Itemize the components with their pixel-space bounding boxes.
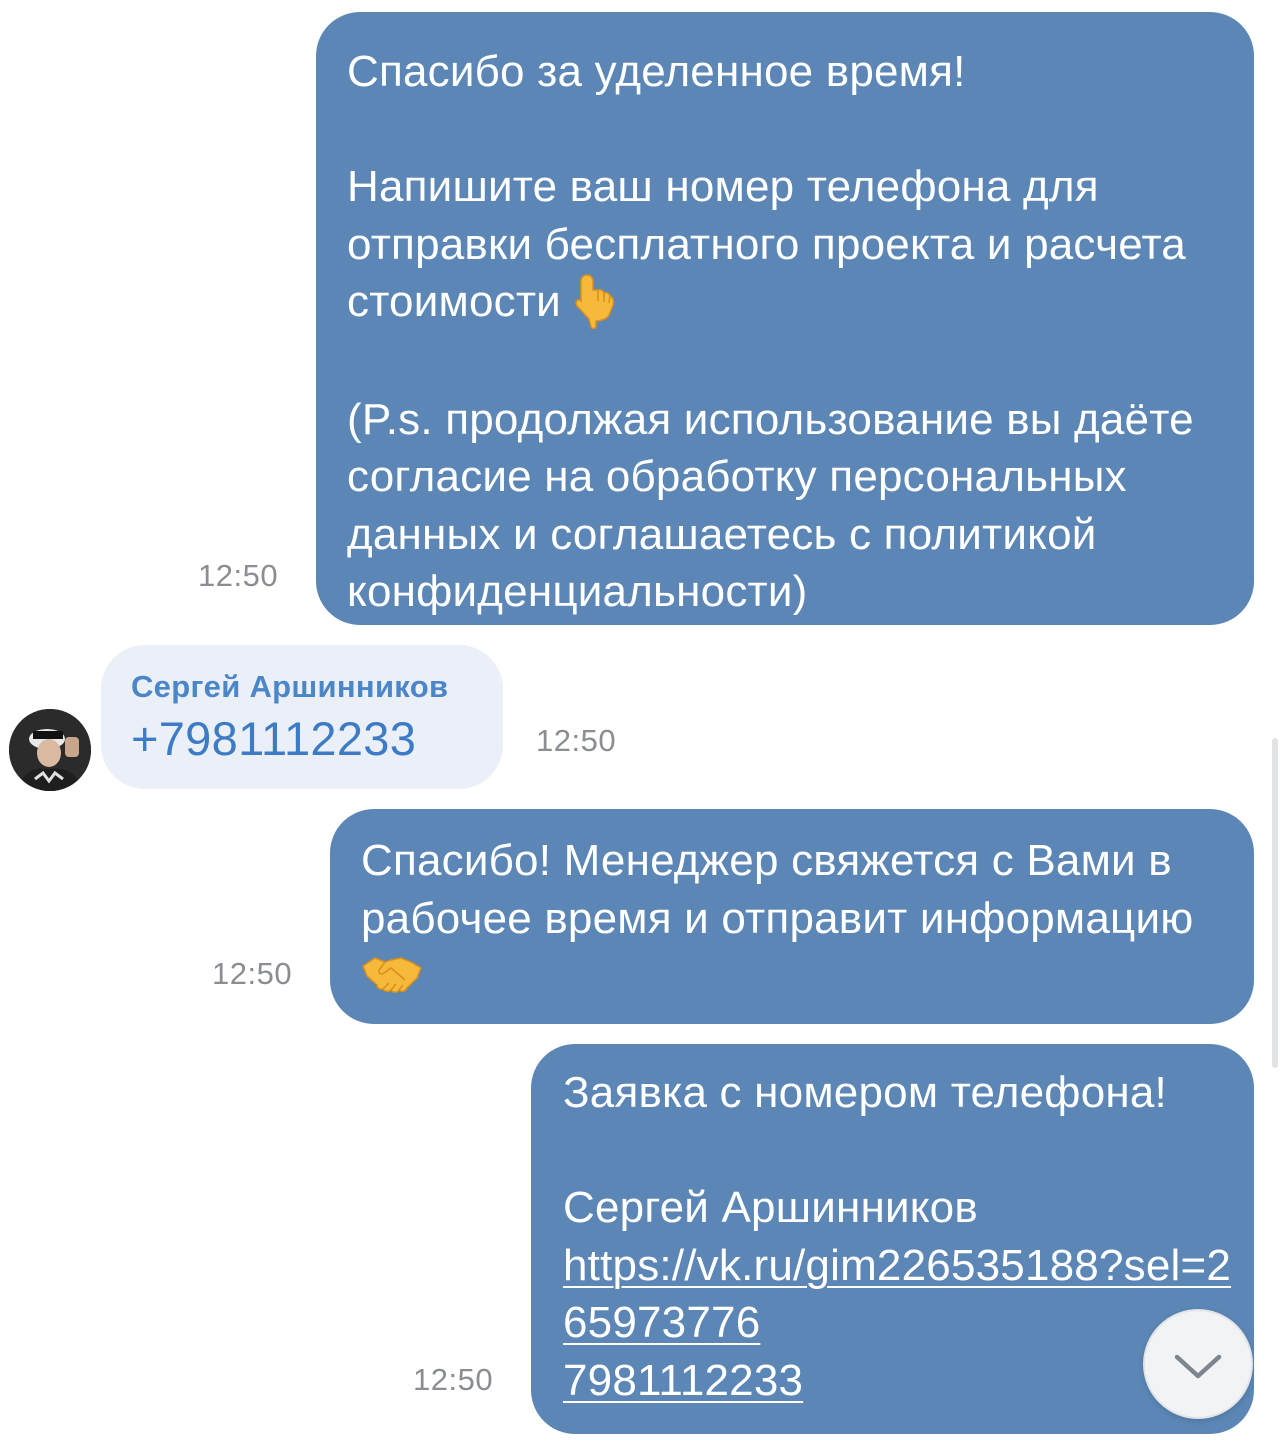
handshake-icon — [361, 952, 423, 996]
sender-name[interactable]: Сергей Аршинников — [131, 669, 483, 705]
scroll-down-button[interactable] — [1143, 1309, 1253, 1419]
scrollbar[interactable] — [1272, 738, 1278, 1068]
message-1-line-2: Напишите ваш номер телефона для отправки… — [347, 158, 1226, 333]
message-3-line-1-text: Спасибо! Менеджер свяжется с Вами в рабо… — [361, 836, 1194, 943]
phone-link[interactable]: +7981112233 — [131, 711, 483, 767]
message-4-line-2: Сергей Аршинников — [563, 1183, 978, 1232]
phone-number-link[interactable]: 7981112233 — [563, 1356, 803, 1405]
backhand-index-pointing-down-icon — [573, 271, 619, 330]
message-4-time: 12:50 — [413, 1362, 494, 1397]
message-1-line-2-text: Напишите ваш номер телефона для отправки… — [347, 162, 1186, 326]
message-4-phone[interactable]: 7981112233 — [563, 1352, 1234, 1410]
vk-link[interactable]: https://vk.ru/gim226535188?sel=265973776 — [563, 1241, 1231, 1348]
message-2-time: 12:50 — [536, 723, 617, 758]
chevron-down-icon — [1174, 1354, 1222, 1379]
message-1-line-3: (P.s. продолжая использование вы даёте с… — [347, 394, 1194, 617]
message-1-line-1: Спасибо за уделенное время! — [347, 47, 966, 96]
incoming-message-2[interactable]: Сергей Аршинников +7981112233 — [101, 645, 503, 789]
message-4-link[interactable]: https://vk.ru/gim226535188?sel=265973776 — [563, 1237, 1234, 1352]
message-4-line-1: Заявка с номером телефона! — [563, 1068, 1167, 1117]
outgoing-message-3[interactable]: Спасибо! Менеджер свяжется с Вами в рабо… — [330, 809, 1254, 1024]
avatar[interactable] — [9, 709, 91, 791]
outgoing-message-1[interactable]: Спасибо за уделенное время! Напишите ваш… — [316, 12, 1254, 625]
message-3-time: 12:50 — [212, 956, 293, 991]
message-3-line-1: Спасибо! Менеджер свяжется с Вами в рабо… — [361, 832, 1226, 1005]
message-1-time: 12:50 — [198, 558, 279, 593]
